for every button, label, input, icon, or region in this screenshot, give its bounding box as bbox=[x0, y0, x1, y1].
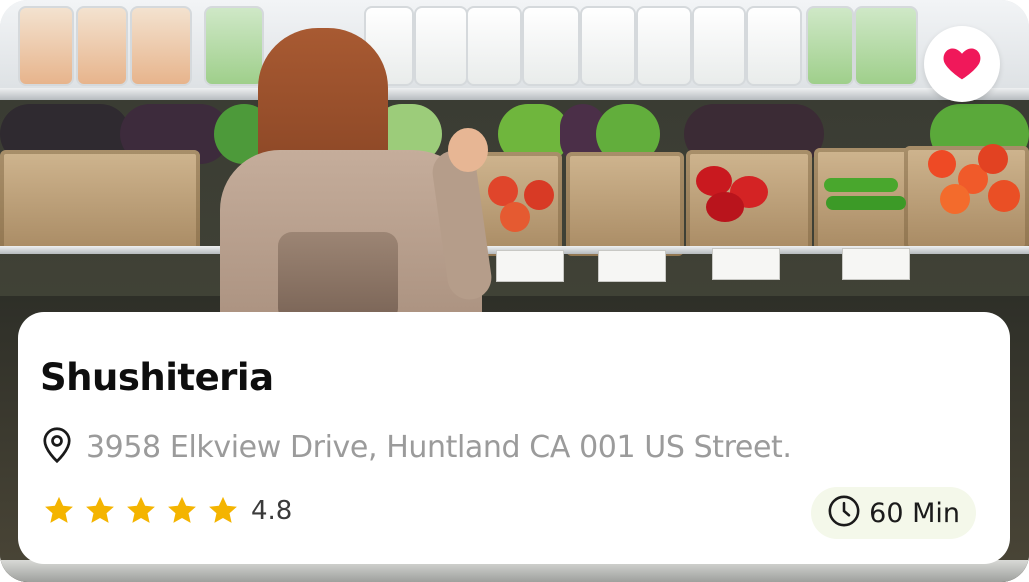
restaurant-address: 3958 Elkview Drive, Huntland CA 001 US S… bbox=[86, 429, 792, 465]
location-pin-icon bbox=[40, 426, 74, 468]
delivery-time: 60 Min bbox=[869, 497, 960, 529]
restaurant-card[interactable]: Shushiteria 3958 Elkview Drive, Huntland… bbox=[0, 0, 1029, 582]
star-icon bbox=[127, 496, 155, 523]
favorite-button[interactable] bbox=[924, 26, 1000, 102]
photo-person-backpack bbox=[278, 232, 398, 322]
rating-value: 4.8 bbox=[251, 496, 293, 526]
star-icon bbox=[45, 496, 73, 523]
clock-icon bbox=[827, 494, 861, 532]
heart-icon bbox=[941, 43, 983, 85]
star-icon bbox=[209, 496, 237, 523]
delivery-time-badge: 60 Min bbox=[811, 487, 976, 539]
restaurant-info-panel: Shushiteria 3958 Elkview Drive, Huntland… bbox=[18, 312, 1010, 564]
star-icon bbox=[86, 496, 114, 523]
address-row: 3958 Elkview Drive, Huntland CA 001 US S… bbox=[40, 426, 792, 468]
rating-row: 4.8 bbox=[42, 494, 292, 528]
restaurant-name[interactable]: Shushiteria bbox=[40, 356, 274, 399]
star-icon bbox=[168, 496, 196, 523]
